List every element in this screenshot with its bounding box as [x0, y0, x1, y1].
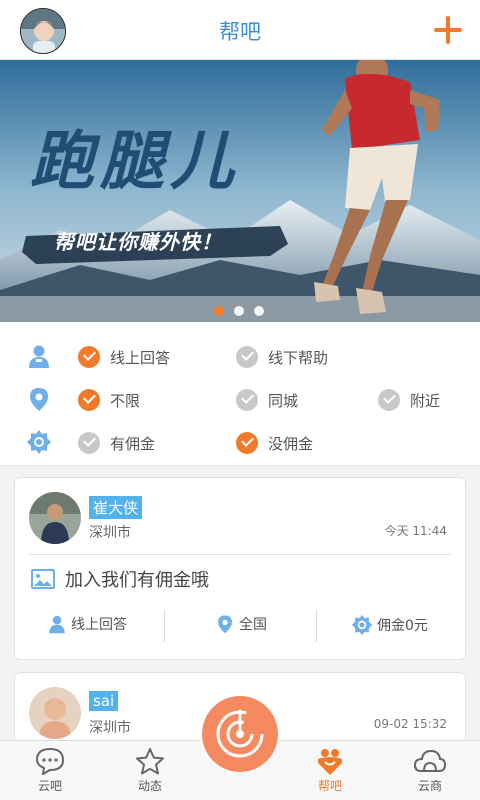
banner-pagination: [214, 306, 264, 316]
poster-name[interactable]: sai: [89, 691, 119, 711]
divider: [29, 554, 451, 555]
tab-dongtai[interactable]: 动态: [120, 747, 180, 794]
poster-avatar[interactable]: [29, 492, 81, 544]
option-no-commission[interactable]: 没佣金: [236, 431, 313, 455]
tab-yunba[interactable]: 云吧: [20, 747, 80, 794]
post-time: 今天 11:44: [384, 524, 447, 538]
separator: [316, 610, 317, 642]
option-nearby[interactable]: 附近: [378, 388, 440, 412]
tab-label: 帮吧: [317, 779, 342, 793]
pagination-dot[interactable]: [214, 306, 224, 316]
filter-row-commission: 有佣金 没佣金: [0, 423, 480, 463]
tag-label: 全国: [239, 617, 267, 633]
poster-name[interactable]: 崔大侠: [89, 496, 143, 519]
option-same-city[interactable]: 同城: [236, 388, 298, 412]
cloud-icon: [413, 749, 447, 772]
tab-label: 动态: [137, 779, 162, 793]
checkbox-icon: [78, 432, 100, 454]
post-tags: 线上回答 全国 佣金0元: [15, 608, 465, 644]
option-offline-help[interactable]: 线下帮助: [236, 345, 328, 369]
option-label: 不限: [110, 391, 141, 410]
tag-label: 佣金0元: [377, 618, 428, 634]
star-icon: [136, 748, 164, 775]
tag-location: 全国: [215, 614, 267, 634]
filter-row-location: 不限 同城 附近: [0, 380, 480, 420]
option-label: 同城: [268, 391, 299, 410]
post-time: 09-02 15:32: [373, 717, 447, 731]
badge-icon: [351, 614, 373, 636]
app-screen: 帮吧 跑腿儿 帮吧让你赚外快！ 线上回答 线下帮助 不限 同城 附近 有佣金 没…: [0, 0, 480, 800]
option-label: 有佣金: [110, 434, 156, 453]
pagination-dot[interactable]: [254, 306, 264, 316]
tab-bangba[interactable]: 帮吧: [300, 747, 360, 794]
banner-slogan: 帮吧让你赚外快！: [54, 230, 222, 254]
promo-banner[interactable]: 跑腿儿 帮吧让你赚外快！: [0, 60, 480, 322]
pagination-dot[interactable]: [234, 306, 244, 316]
poster-city: 深圳市: [89, 720, 131, 736]
option-label: 没佣金: [268, 434, 314, 453]
checkbox-icon: [236, 346, 258, 368]
poster-avatar[interactable]: [29, 687, 81, 739]
filter-row-type: 线上回答 线下帮助: [0, 337, 480, 377]
badge-icon: [27, 430, 51, 454]
option-with-commission[interactable]: 有佣金: [78, 431, 155, 455]
location-pin-icon: [30, 388, 48, 411]
poster-city: 深圳市: [89, 525, 131, 541]
option-unlimited[interactable]: 不限: [78, 388, 140, 412]
option-label: 线下帮助: [268, 348, 329, 367]
tag-commission: 佣金0元: [351, 614, 428, 636]
banner-title: 跑腿儿: [30, 124, 240, 199]
tag-label: 线上回答: [71, 617, 127, 633]
chat-bubble-icon: [35, 747, 65, 775]
tab-yunshang[interactable]: 云商: [400, 747, 460, 794]
option-label: 线上回答: [110, 348, 171, 367]
radar-button[interactable]: [202, 696, 278, 772]
checkbox-icon: [236, 389, 258, 411]
tag-type: 线上回答: [47, 614, 127, 634]
tab-label: 云商: [417, 779, 442, 793]
plus-icon[interactable]: [434, 16, 462, 44]
post-card[interactable]: 崔大侠 深圳市 今天 11:44 加入我们有佣金哦 线上回答 全国 佣金0元: [14, 477, 466, 660]
person-icon: [29, 345, 49, 368]
checkbox-icon: [236, 432, 258, 454]
location-pin-icon: [218, 615, 232, 634]
checkbox-icon: [378, 389, 400, 411]
checkbox-icon: [78, 389, 100, 411]
person-icon: [49, 615, 65, 634]
page-title: 帮吧: [219, 20, 261, 44]
option-label: 附近: [410, 391, 441, 410]
separator: [164, 610, 165, 642]
option-online-answer[interactable]: 线上回答: [78, 345, 170, 369]
image-icon: [31, 569, 55, 589]
checkbox-icon: [78, 346, 100, 368]
post-text: 加入我们有佣金哦: [65, 570, 209, 591]
tab-label: 云吧: [37, 779, 62, 793]
radar-icon: [216, 710, 264, 758]
post-content[interactable]: 加入我们有佣金哦: [31, 566, 209, 592]
top-bar: 帮吧: [0, 0, 480, 60]
filter-panel: 线上回答 线下帮助 不限 同城 附近 有佣金 没佣金: [0, 322, 480, 466]
help-hands-icon: [318, 749, 342, 775]
